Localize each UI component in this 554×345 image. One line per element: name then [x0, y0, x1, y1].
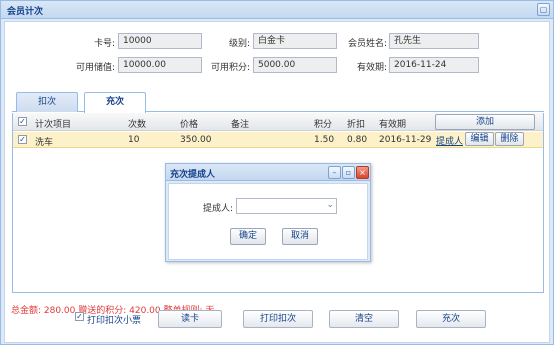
card-field: 10000 [118, 33, 202, 49]
member-count-window: 会员计次 ▢ 卡号: 10000 级别: 白金卡 会员姓名: 孔先生 可用储值:… [0, 0, 554, 345]
minimize-icon[interactable]: – [328, 166, 341, 179]
window-title: 会员计次 [7, 7, 44, 17]
expiry-field: 2016-11-24 [389, 57, 479, 73]
tab-recharge[interactable]: 充次 [84, 92, 146, 113]
header-price: 价格 [180, 120, 199, 130]
name-field: 孔先生 [389, 33, 479, 49]
agent-dialog: 充次提成人 – ▫ × 提成人: ⌄ 确定 取消 [165, 163, 371, 262]
row-price: 350.00 [180, 135, 212, 145]
tab-strip: 扣次 充次 [12, 92, 544, 113]
points-field: 5000.00 [253, 57, 337, 73]
card-label: 卡号: [93, 39, 115, 49]
header-count: 次数 [128, 120, 147, 130]
grid-header: ✓ 计次项目 次数 价格 备注 积分 折扣 有效期 添加 [13, 113, 543, 131]
level-field: 白金卡 [253, 33, 337, 49]
ok-button[interactable]: 确定 [230, 228, 266, 245]
print-deduct-button[interactable]: 打印扣次 [243, 310, 313, 328]
print-receipt-label: 打印扣次小票 [87, 316, 142, 326]
header-points: 积分 [314, 120, 333, 130]
print-receipt-checkbox[interactable]: ✓ [75, 312, 84, 321]
expiry-label: 有效期: [356, 63, 387, 73]
dialog-body: 提成人: ⌄ 确定 取消 [168, 183, 368, 260]
close-icon[interactable]: × [356, 166, 369, 179]
row-expiry: 2016-11-29 [379, 135, 432, 145]
delete-button[interactable]: 删除 [495, 132, 524, 146]
header-item: 计次项目 [35, 120, 72, 130]
points-label: 可用积分: [210, 63, 250, 73]
add-button[interactable]: 添加 [435, 114, 535, 130]
header-note: 备注 [231, 120, 250, 130]
clear-button[interactable]: 清空 [329, 310, 399, 328]
recharge-button[interactable]: 充次 [416, 310, 486, 328]
maximize-icon[interactable]: ▫ [342, 166, 355, 179]
row-count: 10 [128, 135, 140, 145]
balance-label: 可用储值: [75, 63, 115, 73]
tab-deduct[interactable]: 扣次 [16, 92, 78, 112]
window-titlebar: 会员计次 ▢ [1, 1, 553, 19]
restore-icon[interactable]: ▢ [537, 3, 550, 16]
header-discount: 折扣 [347, 120, 366, 130]
agent-select[interactable]: ⌄ [236, 198, 337, 214]
dialog-titlebar: 充次提成人 – ▫ × [166, 164, 370, 181]
edit-button[interactable]: 编辑 [465, 132, 494, 146]
agent-label: 提成人: [202, 204, 233, 214]
table-row[interactable]: ✓ 洗车 10 350.00 1.50 0.80 2016-11-29 提成人 … [13, 132, 543, 148]
header-expiry: 有效期 [379, 120, 407, 130]
name-label: 会员姓名: [347, 39, 387, 49]
row-discount: 0.80 [347, 135, 368, 145]
level-label: 级别: [228, 39, 250, 49]
select-all-checkbox[interactable]: ✓ [18, 117, 27, 126]
cancel-button[interactable]: 取消 [282, 228, 318, 245]
chevron-down-icon[interactable]: ⌄ [326, 200, 334, 210]
dialog-title: 充次提成人 [170, 170, 216, 180]
row-checkbox[interactable]: ✓ [18, 135, 27, 144]
balance-field: 10000.00 [118, 57, 202, 73]
row-points: 1.50 [314, 135, 335, 145]
read-card-button[interactable]: 读卡 [158, 310, 222, 328]
agent-link[interactable]: 提成人 [436, 134, 463, 147]
row-item: 洗车 [35, 138, 54, 148]
